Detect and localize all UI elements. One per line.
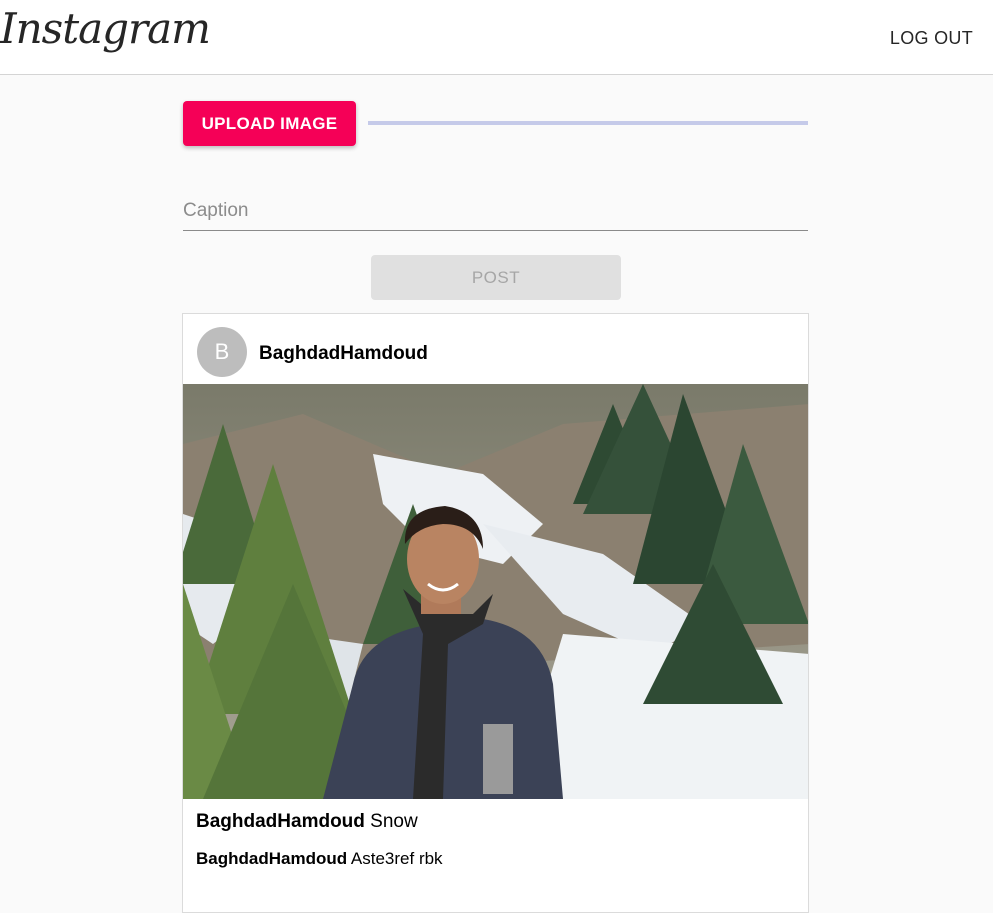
post-photo-snowy-forest	[183, 384, 808, 799]
comment-text: Aste3ref rbk	[350, 849, 443, 868]
logout-button[interactable]: LOG OUT	[890, 28, 973, 49]
caption-input[interactable]	[183, 196, 808, 226]
caption-text: Snow	[370, 811, 418, 832]
comment-user[interactable]: BaghdadHamdoud	[196, 849, 347, 868]
post-card: B BaghdadHamdoud BaghdadHamdoud Snow Bag…	[182, 313, 809, 913]
post-author-name[interactable]: BaghdadHamdoud	[259, 343, 428, 365]
post-image[interactable]	[183, 384, 808, 799]
comment-item: BaghdadHamdoud Aste3ref rbk	[196, 849, 443, 869]
post-caption: BaghdadHamdoud Snow	[196, 811, 418, 833]
app-header: Instagram LOG OUT	[0, 0, 993, 75]
avatar[interactable]: B	[197, 327, 247, 377]
upload-image-button[interactable]: UPLOAD IMAGE	[183, 101, 356, 146]
upload-progress-bar	[368, 121, 808, 125]
upload-progress-fill	[368, 121, 808, 125]
instagram-logo: Instagram	[0, 4, 211, 53]
post-button[interactable]: POST	[371, 255, 621, 300]
caption-field[interactable]	[183, 196, 808, 231]
caption-author[interactable]: BaghdadHamdoud	[196, 811, 365, 832]
